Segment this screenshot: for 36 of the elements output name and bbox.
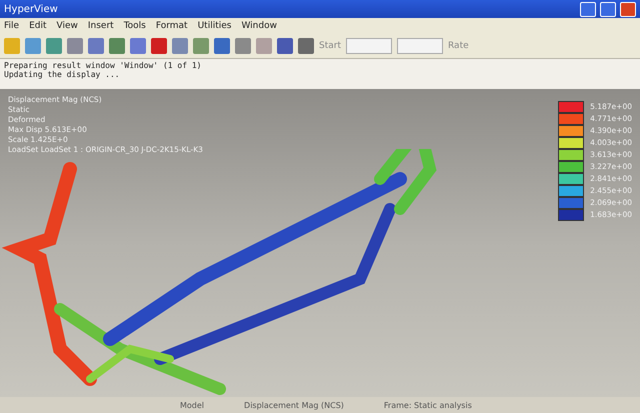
toolbar-icon[interactable] [256, 38, 272, 54]
toolbar-icon[interactable] [46, 38, 62, 54]
toolbar-icon[interactable] [151, 38, 167, 54]
maximize-button[interactable] [600, 2, 616, 16]
toolbar-icon[interactable] [193, 38, 209, 54]
toolbar-icon[interactable] [67, 38, 83, 54]
toolbar-icon[interactable] [109, 38, 125, 54]
menu-item[interactable]: View [56, 21, 78, 31]
menu-item[interactable]: Tools [124, 21, 146, 31]
toolbar-icon[interactable] [277, 38, 293, 54]
status-text: Frame: Static analysis [384, 400, 472, 410]
message-line: Preparing result window 'Window' (1 of 1) [4, 61, 202, 70]
toolbar-icon[interactable] [4, 38, 20, 54]
menu-item[interactable]: Insert [88, 21, 114, 31]
toolbar-icon[interactable] [172, 38, 188, 54]
menu-item[interactable]: File [4, 21, 20, 31]
start-label: Start [319, 41, 341, 51]
toolbar-icon[interactable] [130, 38, 146, 54]
end-field[interactable] [397, 38, 443, 54]
menu-item[interactable]: Edit [29, 21, 46, 31]
menu-item[interactable]: Window [241, 21, 277, 31]
menu-item[interactable]: Utilities [198, 21, 232, 31]
toolbar-icon[interactable] [25, 38, 41, 54]
status-text: Displacement Mag (NCS) [244, 400, 344, 410]
status-text: Model [180, 400, 204, 410]
close-button[interactable] [620, 2, 636, 16]
minimize-button[interactable] [580, 2, 596, 16]
menu-item[interactable]: Format [156, 21, 188, 31]
rate-label: Rate [448, 41, 469, 51]
toolbar-icon[interactable] [235, 38, 251, 54]
window-title: HyperView [4, 4, 59, 14]
message-line: Updating the display ... [4, 70, 121, 79]
toolbar-icon[interactable] [88, 38, 104, 54]
toolbar-icon[interactable] [214, 38, 230, 54]
toolbar-icon[interactable] [298, 38, 314, 54]
start-field[interactable] [346, 38, 392, 54]
